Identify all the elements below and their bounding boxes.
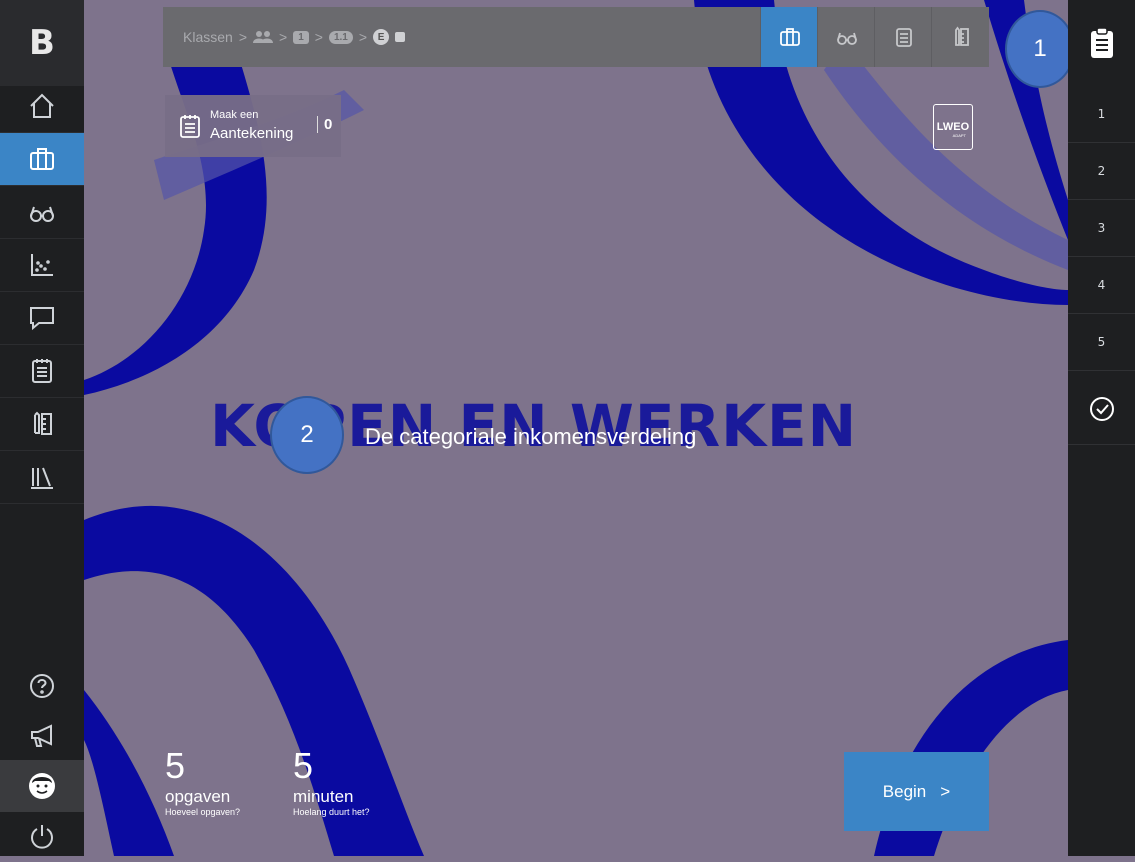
callout-badge-2: 2 — [270, 396, 344, 474]
notepad-icon — [180, 115, 200, 138]
breadcrumb-level2[interactable]: 1.1 — [328, 30, 353, 44]
chat-icon[interactable] — [0, 292, 84, 345]
note-line2: Aantekening — [210, 125, 294, 142]
step-5[interactable]: 5 — [1068, 314, 1135, 371]
ruler-pencil-icon[interactable] — [0, 398, 84, 451]
step-3[interactable]: 3 — [1068, 200, 1135, 257]
check-circle-icon[interactable] — [1068, 374, 1135, 445]
group-icon[interactable] — [253, 30, 273, 44]
power-icon[interactable] — [0, 810, 84, 862]
breadcrumb-level1[interactable]: 1 — [293, 30, 309, 44]
breadcrumb-root[interactable]: Klassen — [183, 29, 233, 45]
step-2[interactable]: 2 — [1068, 143, 1135, 200]
home-icon[interactable] — [0, 80, 84, 133]
top-toolbar: Klassen > > 1 > 1.1 > E — [163, 7, 989, 67]
page-subtitle: De categoriale inkomensverdeling — [365, 424, 697, 449]
breadcrumb: Klassen > > 1 > 1.1 > E — [183, 7, 406, 67]
note-count: 0 — [317, 116, 332, 133]
help-icon[interactable] — [0, 660, 84, 712]
toolbar-notepad-icon[interactable] — [874, 7, 932, 67]
note-button[interactable]: Maak een Aantekening 0 — [165, 95, 341, 157]
note-line1: Maak een — [210, 109, 259, 121]
stat-opgaven: 5 opgaven Hoeveel opgaven? — [165, 745, 241, 817]
breadcrumb-level3[interactable]: E — [373, 29, 390, 45]
library-icon[interactable] — [0, 451, 84, 504]
left-sidebar: B — [0, 0, 84, 856]
brand-logo: LWEO ADAPT — [933, 104, 973, 150]
avatar[interactable] — [0, 760, 84, 812]
chevron-right-icon: > — [940, 781, 951, 801]
callout-badge-1: 1 — [1005, 10, 1075, 88]
briefcase-icon[interactable] — [0, 133, 84, 186]
glasses-icon[interactable] — [0, 186, 84, 239]
breadcrumb-dropdown-icon[interactable] — [395, 32, 406, 42]
toolbar-glasses-icon[interactable] — [817, 7, 875, 67]
toolbar-ruler-pencil-icon[interactable] — [931, 7, 989, 67]
app-logo[interactable]: B — [0, 0, 84, 86]
chart-icon[interactable] — [0, 239, 84, 292]
right-sidebar: 1 2 3 4 5 — [1068, 0, 1135, 856]
step-1[interactable]: 1 — [1068, 86, 1135, 143]
toolbar-briefcase-icon[interactable] — [760, 7, 818, 67]
stat-minuten: 5 minuten Hoelang duurt het? — [293, 745, 370, 817]
notepad-icon[interactable] — [0, 345, 84, 398]
megaphone-icon[interactable] — [0, 710, 84, 762]
begin-button[interactable]: Begin > — [844, 752, 989, 831]
clipboard-icon[interactable] — [1068, 0, 1135, 86]
step-4[interactable]: 4 — [1068, 257, 1135, 314]
avatar-icon — [29, 773, 55, 799]
